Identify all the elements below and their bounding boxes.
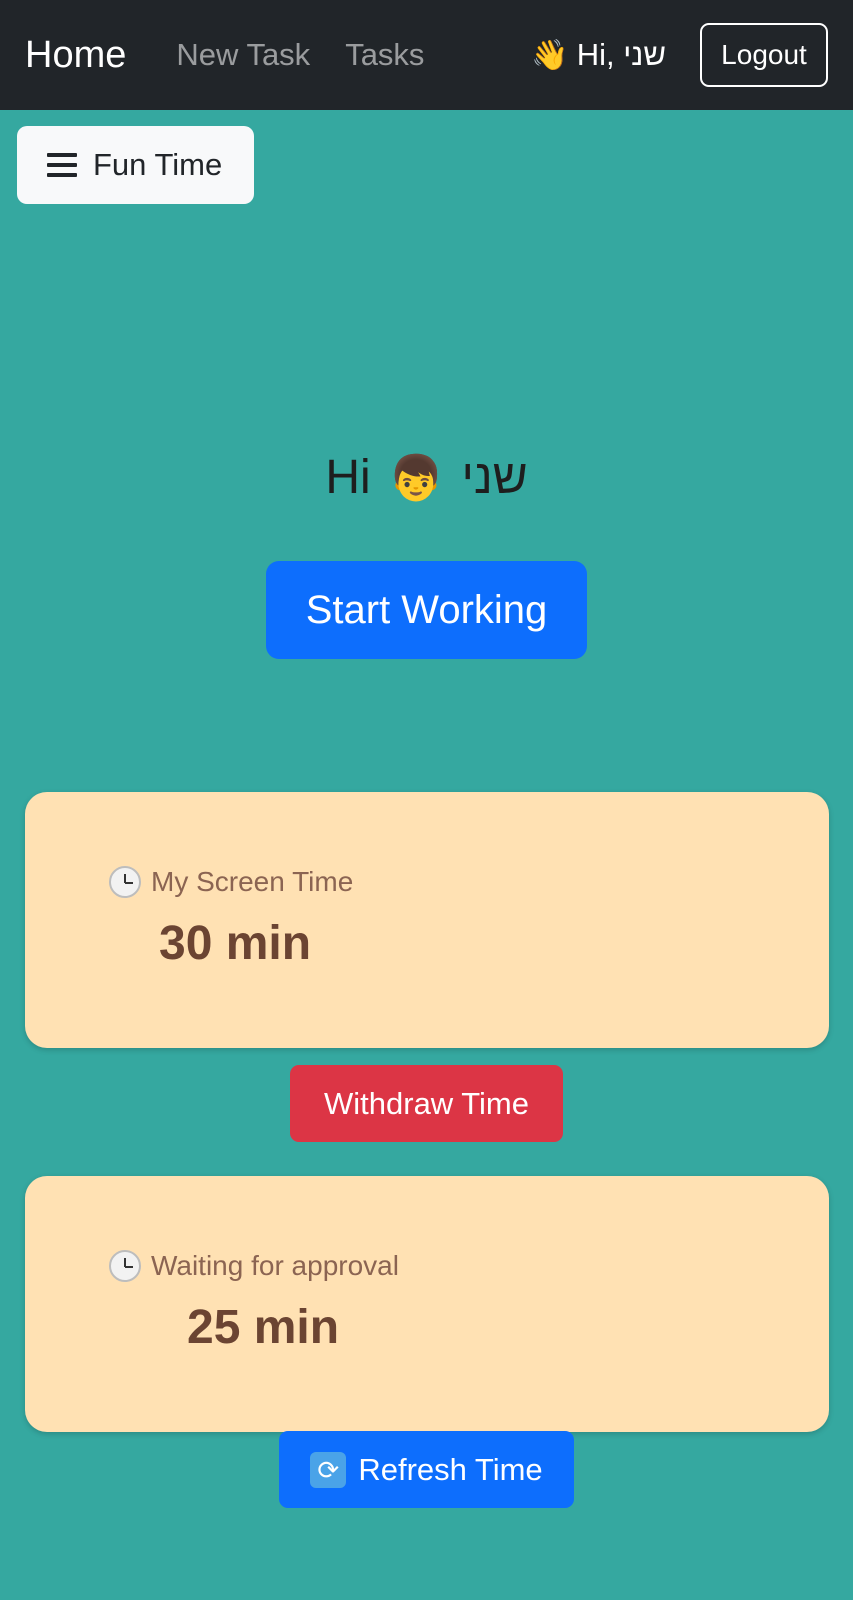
- refresh-time-label: Refresh Time: [358, 1451, 543, 1487]
- refresh-icon: ⟳: [310, 1451, 347, 1488]
- hamburger-icon: [47, 153, 77, 177]
- fun-time-menu-button[interactable]: Fun Time: [17, 126, 254, 204]
- refresh-time-button[interactable]: ⟳ Refresh Time: [279, 1431, 574, 1508]
- top-navbar: Home New Task Tasks 👋 Hi, שני Logout: [0, 0, 853, 110]
- screen-time-label-text: My Screen Time: [151, 866, 354, 897]
- pending-approval-label-text: Waiting for approval: [151, 1250, 399, 1281]
- greeting-text: Hi, שני: [576, 37, 666, 72]
- clock-icon: [109, 866, 141, 898]
- boy-icon: 👦: [388, 453, 444, 503]
- nav-brand-home[interactable]: Home: [25, 34, 126, 77]
- pending-approval-value: 25 min: [187, 1301, 340, 1354]
- user-name: שני: [461, 451, 528, 504]
- logout-button[interactable]: Logout: [700, 23, 828, 87]
- screen-time-card: My Screen Time 30 min: [25, 792, 829, 1048]
- user-greeting: 👋 Hi, שני: [531, 37, 666, 73]
- fun-time-label: Fun Time: [93, 147, 223, 182]
- hello-text: Hi: [325, 451, 371, 504]
- clock-icon: [109, 1250, 141, 1282]
- screen-time-label: My Screen Time: [109, 866, 353, 898]
- pending-approval-label: Waiting for approval: [109, 1250, 399, 1282]
- hello-heading: Hi 👦 שני: [0, 450, 853, 505]
- waving-hand-icon: 👋: [531, 38, 569, 72]
- nav-link-new-task[interactable]: New Task: [176, 37, 310, 73]
- pending-approval-card: Waiting for approval 25 min: [25, 1176, 829, 1432]
- start-working-button[interactable]: Start Working: [266, 561, 587, 659]
- nav-link-tasks[interactable]: Tasks: [345, 37, 424, 73]
- withdraw-time-button[interactable]: Withdraw Time: [290, 1065, 563, 1142]
- screen-time-value: 30 min: [159, 917, 312, 970]
